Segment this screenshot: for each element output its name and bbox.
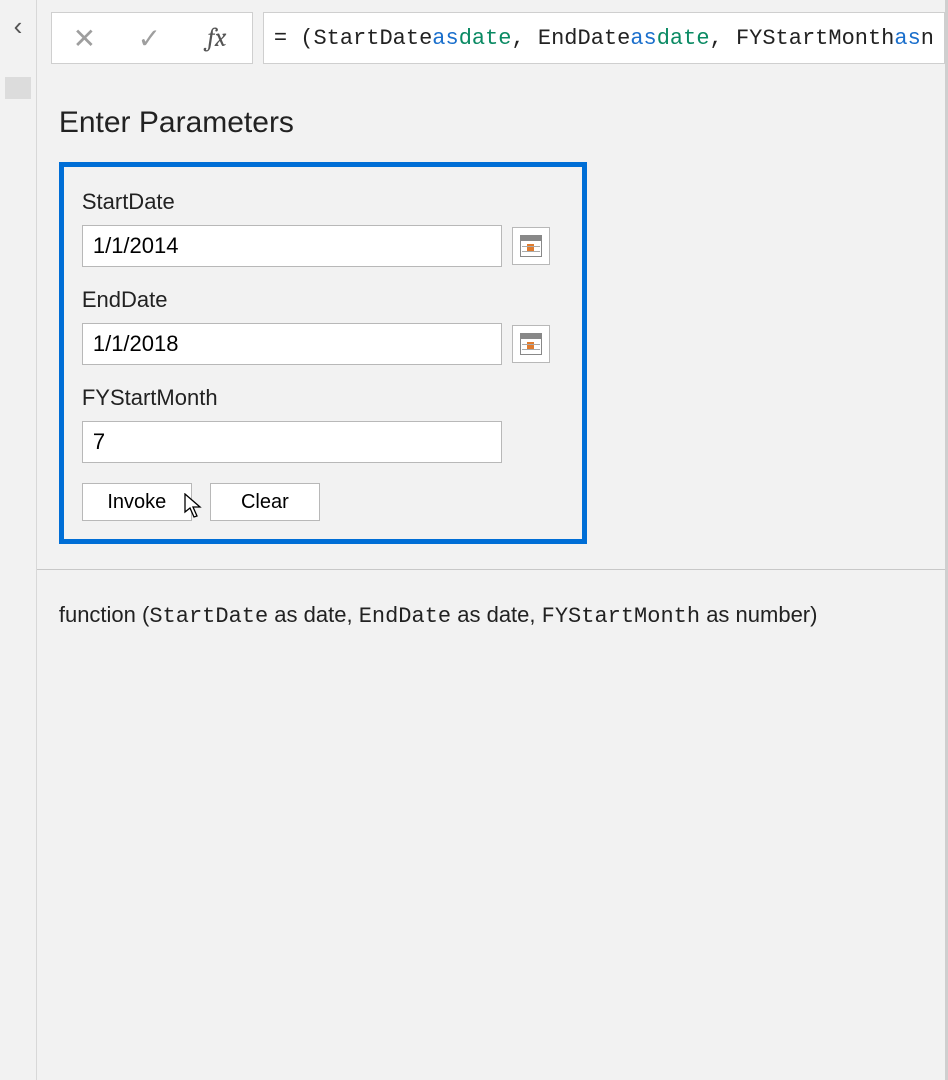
sig-p3t: as number) [700,602,817,627]
main-area: ✕ ✓ fx = (StartDate as date, EndDate as … [37,0,948,1080]
startdate-input[interactable] [82,225,502,267]
enddate-input[interactable] [82,323,502,365]
calendar-icon [520,235,542,257]
startdate-datepicker-button[interactable] [512,227,550,265]
sig-p2: EndDate [359,604,451,629]
startdate-label: StartDate [82,189,564,215]
page-title: Enter Parameters [59,106,945,140]
collapse-panel-chevron-icon[interactable]: ‹ [7,15,29,37]
fystartmonth-label: FYStartMonth [82,385,564,411]
sig-fn: function [59,602,136,627]
sig-p1t: as date, [268,602,359,627]
formula-confirm-icon[interactable]: ✓ [117,13,182,63]
enddate-datepicker-button[interactable] [512,325,550,363]
fystartmonth-input[interactable] [82,421,502,463]
invoke-button[interactable]: Invoke [82,483,192,521]
formula-cancel-icon[interactable]: ✕ [52,13,117,63]
formula-bar-buttons: ✕ ✓ fx [51,12,253,64]
sig-p1: StartDate [149,604,268,629]
left-panel: ‹ [0,0,37,1080]
clear-button[interactable]: Clear [210,483,320,521]
sig-p3: FYStartMonth [542,604,700,629]
separator [37,569,945,570]
panel-tab[interactable] [5,77,31,99]
formula-input[interactable]: = (StartDate as date, EndDate as date, F… [263,12,945,64]
formula-fx-icon[interactable]: fx [182,13,252,63]
formula-bar: ✕ ✓ fx = (StartDate as date, EndDate as … [37,0,945,76]
enddate-label: EndDate [82,287,564,313]
function-signature: function (StartDate as date, EndDate as … [59,602,945,629]
sig-p2t: as date, [451,602,542,627]
calendar-icon [520,333,542,355]
parameters-panel: StartDate EndDate [59,162,587,544]
